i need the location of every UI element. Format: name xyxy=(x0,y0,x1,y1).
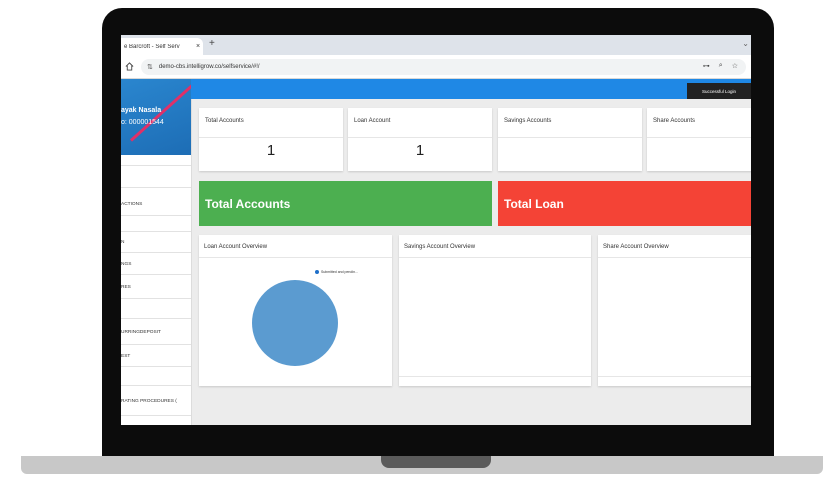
stat-label: Loan Account xyxy=(354,118,391,124)
screen: e Barcroft - Self Serv × + ⌄ ⇅ demo-cbs.… xyxy=(121,35,751,425)
dashboard-content: Total Accounts 1 Loan Account 1 Savings … xyxy=(191,99,751,425)
total-loan-banner-label: Total Loan xyxy=(504,196,564,211)
new-tab-button[interactable]: + xyxy=(209,38,215,49)
tab-title: e Barcroft - Self Serv xyxy=(124,43,180,50)
panel-title: Share Account Overview xyxy=(603,244,669,250)
total-accounts-banner[interactable]: Total Accounts xyxy=(199,181,492,226)
sidebar-menu-item[interactable] xyxy=(121,300,191,319)
stat-label: Savings Accounts xyxy=(504,118,552,124)
profile-header: ayak Nasala o: 000001544 xyxy=(121,79,191,155)
sidebar-menu-item[interactable] xyxy=(121,165,191,188)
stat-divider xyxy=(348,137,492,138)
sidebar-menu-item-label: ACTIONS xyxy=(121,201,143,207)
sidebar-menu-item[interactable]: N xyxy=(121,233,191,253)
browser-addressbar: ⇅ demo-cbs.intelligrow.co/selfservice/#!… xyxy=(121,55,751,79)
sidebar-menu-item[interactable] xyxy=(121,217,191,232)
chart-legend[interactable]: Submitted and pendin... xyxy=(315,270,358,274)
sidebar-menu-item-label: RATING PROCEDURES ( xyxy=(121,398,177,404)
stat-card-savings-accounts[interactable]: Savings Accounts xyxy=(498,108,642,171)
share-overview-panel: Share Account Overview xyxy=(598,235,751,386)
sidebar-menu-item-label: N xyxy=(121,240,125,245)
total-accounts-banner-label: Total Accounts xyxy=(205,196,291,211)
panel-divider xyxy=(199,257,392,258)
stat-label: Total Accounts xyxy=(205,118,244,124)
total-loan-banner[interactable]: Total Loan xyxy=(498,181,751,226)
site-info-icon[interactable]: ⇅ xyxy=(147,63,153,71)
close-tab-icon[interactable]: × xyxy=(193,43,203,50)
sidebar-menu-item[interactable]: ACTIONS xyxy=(121,193,191,216)
panel-footer-line xyxy=(399,376,591,377)
stat-divider xyxy=(498,137,642,138)
sidebar-menu-item-label: URRINGDEPOSIT xyxy=(121,329,161,335)
savings-overview-panel: Savings Account Overview xyxy=(399,235,591,386)
url-text: demo-cbs.intelligrow.co/selfservice/#!/ xyxy=(158,64,260,70)
panel-title: Loan Account Overview xyxy=(204,244,268,250)
sidebar-menu-item-label: EST xyxy=(121,353,131,359)
stat-value: 1 xyxy=(266,142,276,159)
stat-divider xyxy=(199,137,343,138)
panel-title: Savings Account Overview xyxy=(404,244,476,250)
laptop-notch xyxy=(381,456,491,468)
stat-label: Share Accounts xyxy=(653,118,696,124)
sidebar-menu-item[interactable]: URRINGDEPOSIT xyxy=(121,320,191,345)
stat-card-share-accounts[interactable]: Share Accounts xyxy=(647,108,751,171)
sidebar: ayak Nasala o: 000001544 ACTIONS N NGS RES U… xyxy=(121,79,192,425)
profile-name: ayak Nasala xyxy=(121,107,162,114)
url-bar[interactable]: ⇅ demo-cbs.intelligrow.co/selfservice/#!… xyxy=(141,59,746,75)
stat-card-total-accounts[interactable]: Total Accounts 1 xyxy=(199,108,343,171)
pie-slice[interactable] xyxy=(252,280,338,366)
panel-footer-line xyxy=(598,376,751,377)
tab-menu-chevron-icon[interactable]: ⌄ xyxy=(742,39,749,48)
sidebar-menu-item-label: NGS xyxy=(121,261,132,267)
stat-value: 1 xyxy=(415,142,425,159)
legend-label: Submitted and pendin... xyxy=(321,270,358,274)
sidebar-menu-item[interactable]: EST xyxy=(121,346,191,367)
password-key-icon[interactable]: ⊶ xyxy=(703,62,710,70)
legend-marker xyxy=(315,270,319,274)
sidebar-menu-item[interactable] xyxy=(121,368,191,386)
zoom-icon[interactable]: ⌕ xyxy=(719,62,723,70)
stat-card-loan-account[interactable]: Loan Account 1 xyxy=(348,108,492,171)
app: ayak Nasala o: 000001544 ACTIONS N NGS RES U… xyxy=(121,79,751,425)
sidebar-menu-item[interactable]: RES xyxy=(121,276,191,299)
stat-divider xyxy=(647,137,751,138)
sidebar-menu-item[interactable]: RATING PROCEDURES ( xyxy=(121,387,191,416)
panel-divider xyxy=(399,257,591,258)
home-icon[interactable] xyxy=(125,62,134,71)
sidebar-menu-item[interactable]: NGS xyxy=(121,254,191,275)
loan-pie-chart xyxy=(252,280,338,366)
login-toast: Successful Login xyxy=(687,83,751,99)
browser-tab[interactable]: e Barcroft - Self Serv × xyxy=(121,38,203,55)
profile-number: o: 000001544 xyxy=(121,119,164,126)
panel-divider xyxy=(598,257,751,258)
bookmark-star-icon[interactable]: ☆ xyxy=(732,62,738,70)
sidebar-menu-item-label: RES xyxy=(121,284,131,290)
browser-tabbar: e Barcroft - Self Serv × + ⌄ xyxy=(121,35,751,55)
loan-overview-panel: Loan Account Overview Submitted and pend… xyxy=(199,235,392,386)
top-bar: Successful Login xyxy=(191,79,751,99)
